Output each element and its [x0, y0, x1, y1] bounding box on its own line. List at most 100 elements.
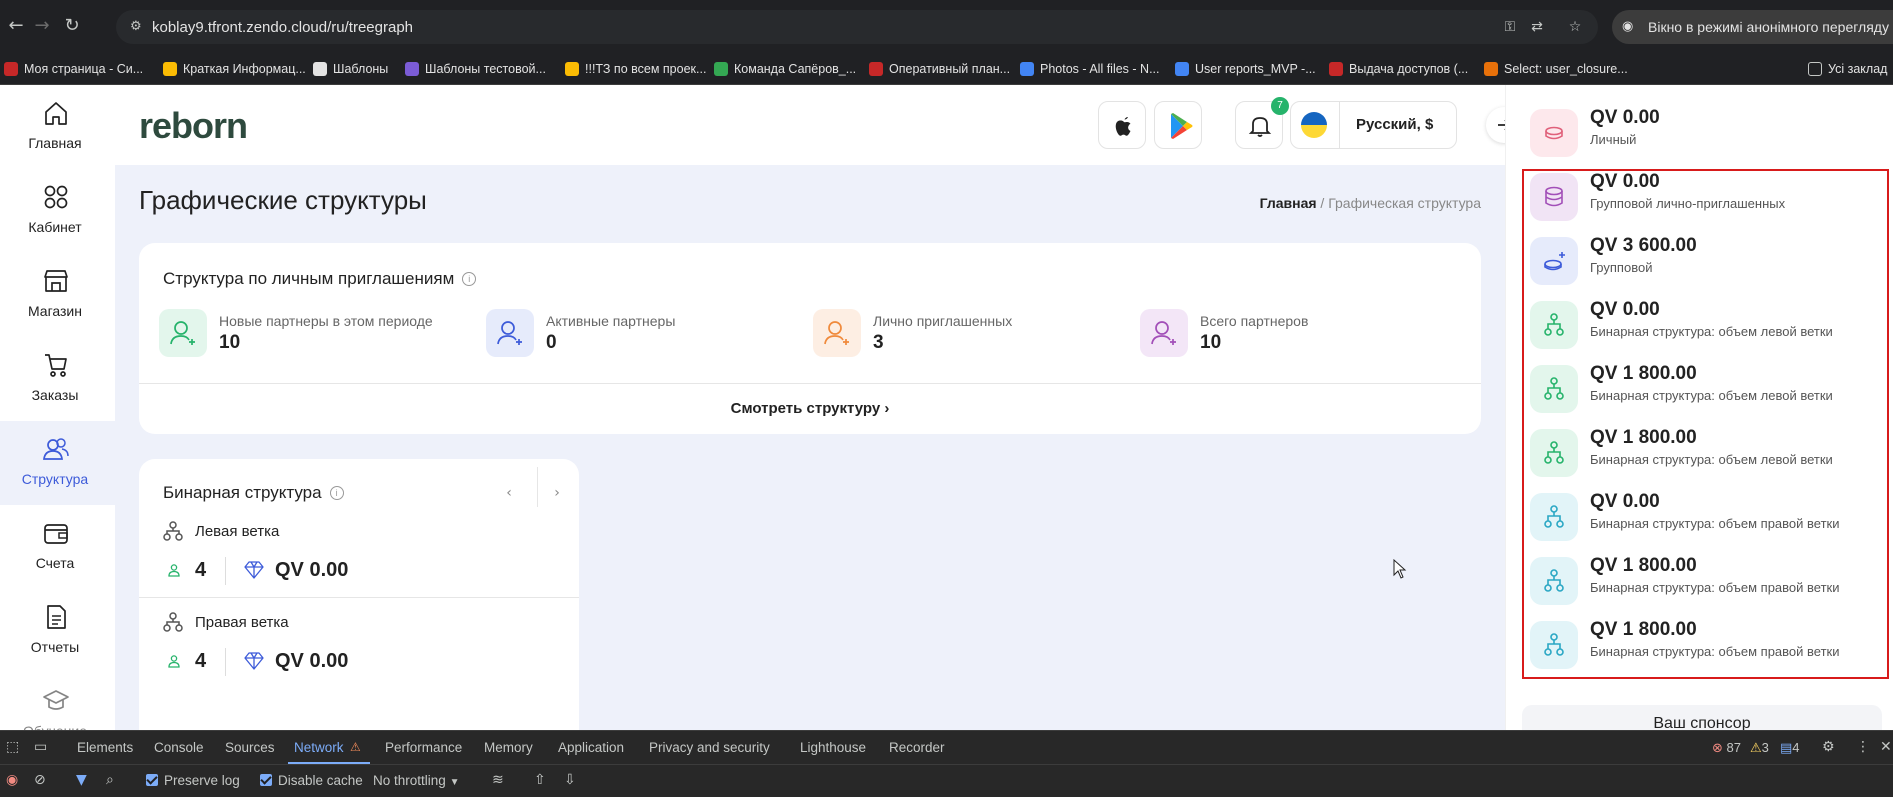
branch-qv: QV 0.00 — [275, 559, 349, 581]
device-toolbar-icon[interactable]: ▭ — [34, 739, 47, 755]
bookmark-item[interactable]: Select: user_closure... — [1484, 59, 1628, 79]
bookmark-favicon-icon — [1020, 62, 1034, 76]
sidebar-item-6[interactable]: Отчеты — [0, 589, 115, 673]
mouse-cursor-icon — [1393, 559, 1407, 579]
stat-value: 3 — [873, 332, 884, 353]
all-bookmarks-label: Усі заклад — [1828, 62, 1888, 76]
user-arrow-icon — [813, 309, 861, 357]
info-icon[interactable]: i — [329, 486, 344, 500]
cart-icon — [42, 351, 70, 379]
bookmark-label: Photos - All files - N... — [1040, 62, 1160, 76]
prev-arrow-icon[interactable]: ‹ — [495, 479, 523, 507]
tree-icon — [1530, 365, 1578, 413]
view-structure-link[interactable]: Смотреть структуру › — [139, 400, 1481, 417]
bookmark-item[interactable]: Шаблоны — [313, 59, 388, 79]
devtools-tab[interactable]: Memory — [484, 740, 533, 755]
site-info-icon[interactable]: ⚙ — [130, 18, 148, 36]
address-bar[interactable]: ⚙ koblay9.tfront.zendo.cloud/ru/treegrap… — [116, 10, 1598, 44]
binary-card-title: Бинарная структура i — [163, 483, 344, 503]
reborn-logo[interactable]: reborn — [139, 105, 248, 147]
diamond-icon — [243, 650, 265, 672]
filter-icon[interactable]: ▼ — [76, 772, 87, 788]
reload-icon[interactable]: ↻ — [60, 14, 84, 38]
bookmark-item[interactable]: Выдача доступов (... — [1329, 59, 1468, 79]
sidebar-item-4[interactable]: Структура — [0, 421, 115, 505]
sidebar-item-3[interactable]: Заказы — [0, 337, 115, 421]
clear-icon[interactable]: ⊘ — [34, 772, 46, 788]
bookmark-item[interactable]: Моя страница - Си... — [4, 59, 143, 79]
sidebar-item-5[interactable]: Счета — [0, 505, 115, 589]
your-sponsor-section[interactable]: Ваш спонсор — [1522, 705, 1882, 730]
breadcrumb-separator: / — [1316, 195, 1329, 211]
all-bookmarks-button[interactable]: Усі заклад — [1808, 59, 1887, 79]
devtools-tab[interactable]: Privacy and security — [649, 740, 770, 755]
page-title: Графические структуры — [139, 185, 427, 215]
devtools-tab[interactable]: Elements — [77, 740, 133, 755]
qv-row: QV 1 800.00 Бинарная структура: объем пра… — [1530, 553, 1870, 609]
divider — [225, 557, 226, 585]
tree-icon — [1530, 493, 1578, 541]
issues-count[interactable]: ▤4 — [1780, 740, 1800, 756]
bookmark-item[interactable]: User reports_MVP -... — [1175, 59, 1316, 79]
bookmark-item[interactable]: Краткая Информац... — [163, 59, 306, 79]
devtools-tab[interactable]: Lighthouse — [800, 740, 866, 755]
info-icon[interactable]: i — [462, 272, 477, 286]
bookmark-item[interactable]: Оперативный план... — [869, 59, 1010, 79]
qv-label: Бинарная структура: объем правой ветки — [1590, 516, 1840, 531]
sidebar-item-1[interactable]: Кабинет — [0, 169, 115, 253]
sidebar-item-7[interactable]: Обучение — [0, 673, 115, 730]
key-icon[interactable]: ⚿ — [1501, 18, 1519, 36]
google-play-button[interactable] — [1154, 101, 1202, 149]
warnings-count[interactable]: ⚠3 — [1750, 740, 1769, 756]
qv-row: QV 3 600.00 Групповой — [1530, 233, 1870, 289]
throttling-select[interactable]: No throttling ▼ — [373, 773, 459, 788]
user-plus-icon — [159, 309, 207, 357]
incognito-indicator[interactable]: ◉ Вікно в режимі анонімного перегляду — [1612, 10, 1893, 44]
browser-toolbar: ← → ↻ ⚙ koblay9.tfront.zendo.cloud/ru/tr… — [0, 0, 1893, 53]
download-icon[interactable]: ⇩ — [564, 772, 576, 788]
star-icon[interactable]: ☆ — [1566, 18, 1584, 36]
devtools-tab[interactable]: Performance — [385, 740, 462, 755]
qv-label: Бинарная структура: объем левой ветки — [1590, 452, 1833, 467]
wallet-icon — [42, 519, 70, 547]
stat-item: Всего партнеров 10 — [1140, 309, 1440, 359]
devtools-tab[interactable]: Network — [294, 740, 344, 755]
upload-icon[interactable]: ⇧ — [534, 772, 546, 788]
qv-row: QV 1 800.00 Бинарная структура: объем лев… — [1530, 425, 1870, 481]
active-tab-underline — [288, 762, 370, 764]
sidebar-item-2[interactable]: Магазин — [0, 253, 115, 337]
disable-cache-checkbox[interactable]: Disable cache — [260, 773, 363, 788]
devtools-tab[interactable]: Sources — [225, 740, 275, 755]
record-icon[interactable]: ◉ — [6, 772, 18, 788]
bookmark-item[interactable]: Шаблоны тестовой... — [405, 59, 546, 79]
close-icon[interactable]: ✕ — [1880, 739, 1892, 755]
back-icon[interactable]: ← — [4, 14, 28, 38]
preserve-log-checkbox[interactable]: Preserve log — [146, 773, 240, 788]
home-icon — [42, 99, 70, 127]
language-currency-selector[interactable]: Русский, $ — [1290, 101, 1457, 149]
forward-icon[interactable]: → — [30, 14, 54, 38]
wifi-icon[interactable]: ≋ — [492, 772, 504, 788]
notifications-count-badge: 7 — [1271, 97, 1289, 115]
more-icon[interactable]: ⋮ — [1856, 739, 1870, 755]
breadcrumb-home[interactable]: Главная — [1260, 195, 1317, 211]
translate-icon[interactable]: ⇄ — [1528, 18, 1546, 36]
qv-row: QV 0.00 Групповой лично-приглашенных — [1530, 169, 1870, 225]
settings-icon[interactable]: ⚙ — [1822, 739, 1835, 755]
bookmark-item[interactable]: !!!ТЗ по всем проек... — [565, 59, 706, 79]
bookmark-item[interactable]: Команда Сапёров_... — [714, 59, 856, 79]
sidebar: Главная Кабинет Магазин Заказы Структура Счет… — [0, 85, 115, 730]
binary-structure-card: Бинарная структура i ‹ › Левая ветка 4 QV 0… — [139, 459, 579, 730]
errors-count[interactable]: ⊗ 87 — [1712, 740, 1741, 756]
search-icon[interactable]: ⌕ — [106, 772, 114, 788]
branch-count: 4 — [195, 559, 207, 581]
devtools-tab[interactable]: Application — [558, 740, 624, 755]
sidebar-item-0[interactable]: Главная — [0, 85, 115, 169]
devtools-tab[interactable]: Recorder — [889, 740, 945, 755]
bookmark-favicon-icon — [4, 62, 18, 76]
app-store-button[interactable] — [1098, 101, 1146, 149]
next-arrow-icon[interactable]: › — [543, 479, 571, 507]
bookmark-item[interactable]: Photos - All files - N... — [1020, 59, 1159, 79]
inspect-icon[interactable]: ⬚ — [6, 739, 19, 755]
devtools-tab[interactable]: Console — [154, 740, 204, 755]
